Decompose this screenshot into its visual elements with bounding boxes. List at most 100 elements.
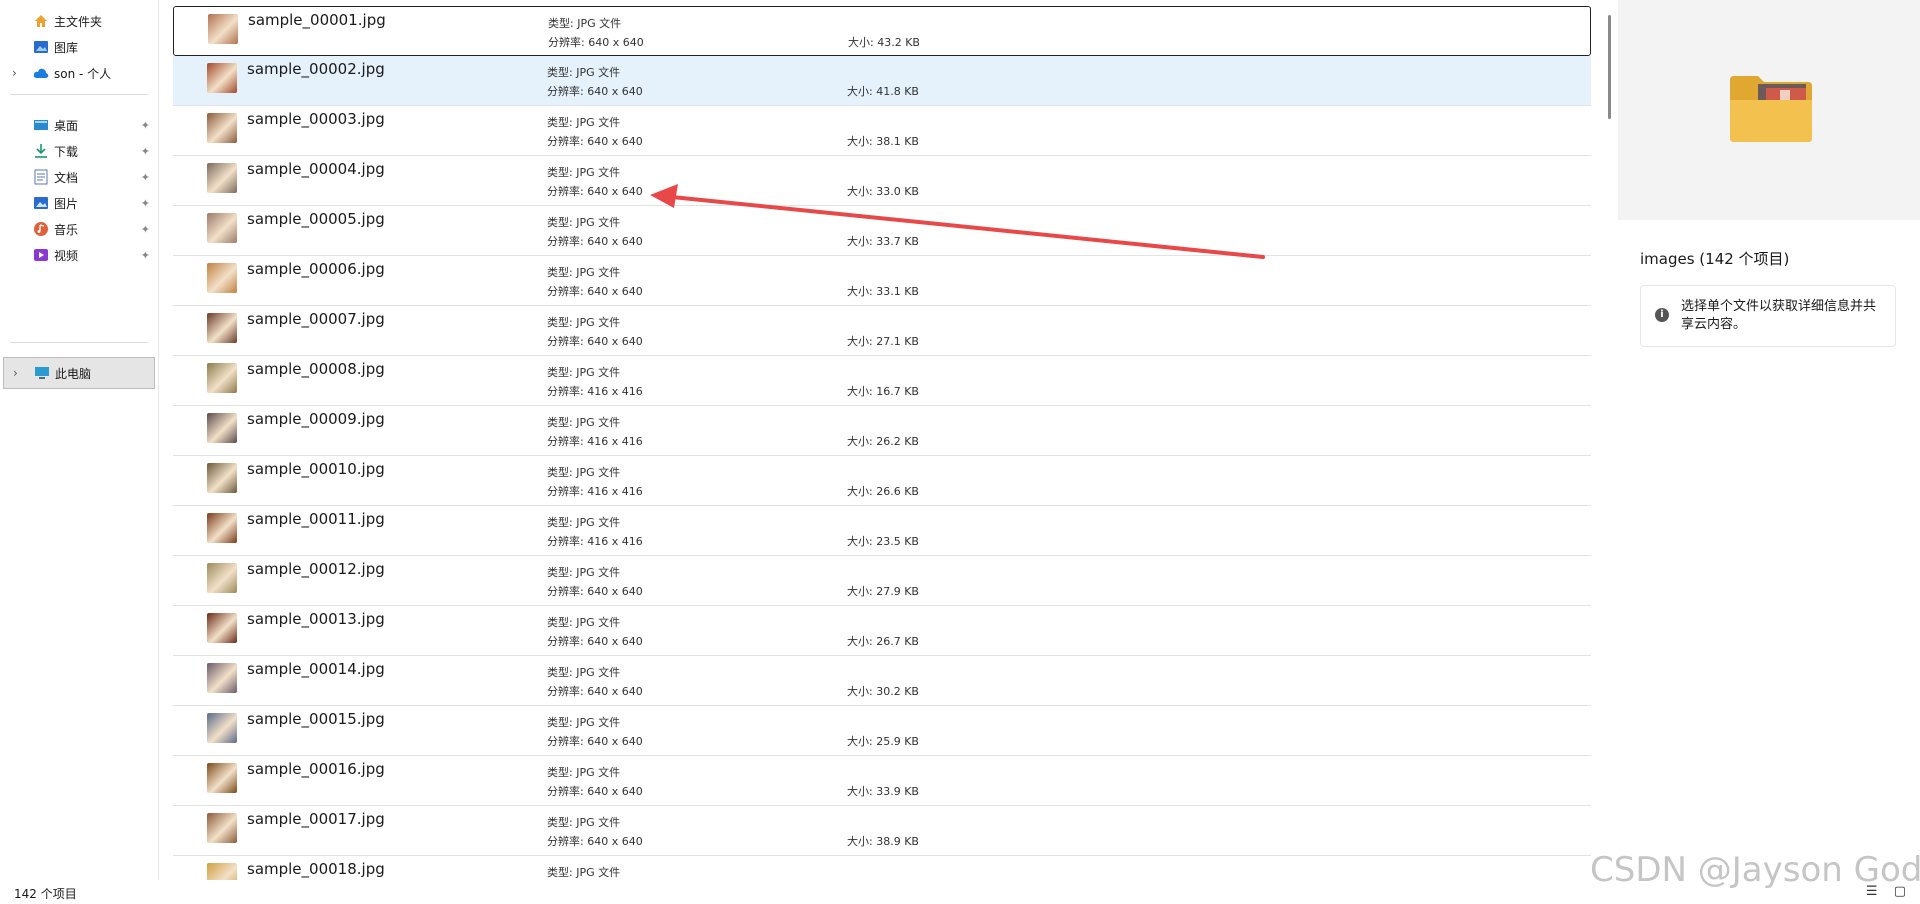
file-size: 大小: 26.7 KB xyxy=(847,635,919,648)
pin-icon[interactable]: ✦ xyxy=(141,119,150,132)
sidebar-item-label: son - 个人 xyxy=(54,66,112,81)
file-resolution: 分辨率: 640 x 640 xyxy=(547,185,643,198)
file-row[interactable]: sample_00003.jpg 类型: JPG 文件 分辨率: 640 x 640… xyxy=(173,106,1591,156)
file-name: sample_00009.jpg xyxy=(247,410,385,428)
file-row[interactable]: sample_00013.jpg 类型: JPG 文件 分辨率: 640 x 640… xyxy=(173,606,1591,656)
file-type: 类型: JPG 文件 xyxy=(547,766,621,779)
vertical-scrollbar[interactable] xyxy=(1606,0,1616,880)
sidebar-item-pictures[interactable]: 图片 ✦ xyxy=(0,189,158,217)
file-row[interactable]: sample_00008.jpg 类型: JPG 文件 分辨率: 416 x 416… xyxy=(173,356,1591,406)
sidebar-item-label: 文档 xyxy=(54,170,79,185)
scrollbar-thumb[interactable] xyxy=(1608,15,1611,119)
file-resolution: 分辨率: 640 x 640 xyxy=(547,685,643,698)
file-row[interactable]: sample_00018.jpg 类型: JPG 文件 xyxy=(173,856,1591,880)
file-row[interactable]: sample_00012.jpg 类型: JPG 文件 分辨率: 640 x 640… xyxy=(173,556,1591,606)
file-type: 类型: JPG 文件 xyxy=(547,316,621,329)
sidebar-item-desktop[interactable]: 桌面 ✦ xyxy=(0,111,158,139)
file-type: 类型: JPG 文件 xyxy=(547,366,621,379)
file-row[interactable]: sample_00007.jpg 类型: JPG 文件 分辨率: 640 x 640… xyxy=(173,306,1591,356)
file-name: sample_00015.jpg xyxy=(247,710,385,728)
file-name: sample_00012.jpg xyxy=(247,560,385,578)
file-list[interactable]: sample_00001.jpg 类型: JPG 文件 分辨率: 640 x 640… xyxy=(173,6,1601,880)
music-icon xyxy=(32,220,50,238)
chevron-right-icon[interactable]: › xyxy=(12,66,22,80)
folder-icon xyxy=(1730,76,1812,142)
file-row[interactable]: sample_00005.jpg 类型: JPG 文件 分辨率: 640 x 640… xyxy=(173,206,1591,256)
file-size: 大小: 27.9 KB xyxy=(847,585,919,598)
sidebar-item-label: 图库 xyxy=(54,40,79,55)
sidebar-item-videos[interactable]: 视频 ✦ xyxy=(0,241,158,269)
file-resolution: 分辨率: 640 x 640 xyxy=(547,735,643,748)
file-size: 大小: 41.8 KB xyxy=(847,85,919,98)
info-icon: i xyxy=(1655,308,1669,322)
file-row[interactable]: sample_00011.jpg 类型: JPG 文件 分辨率: 416 x 416… xyxy=(173,506,1591,556)
file-type: 类型: JPG 文件 xyxy=(547,716,621,729)
sidebar-item-documents[interactable]: 文档 ✦ xyxy=(0,163,158,191)
file-type: 类型: JPG 文件 xyxy=(547,466,621,479)
file-row[interactable]: sample_00002.jpg 类型: JPG 文件 分辨率: 640 x 640… xyxy=(173,56,1591,106)
download-icon xyxy=(32,142,50,160)
file-resolution: 分辨率: 640 x 640 xyxy=(547,335,643,348)
document-icon xyxy=(32,168,50,186)
pin-icon[interactable]: ✦ xyxy=(141,171,150,184)
file-row[interactable]: sample_00006.jpg 类型: JPG 文件 分辨率: 640 x 640… xyxy=(173,256,1591,306)
sidebar-item-gallery[interactable]: 图库 xyxy=(0,33,158,61)
sidebar-divider xyxy=(10,342,148,343)
file-resolution: 分辨率: 640 x 640 xyxy=(547,835,643,848)
sidebar-item-onedrive[interactable]: › son - 个人 xyxy=(0,59,158,87)
file-row[interactable]: sample_00001.jpg 类型: JPG 文件 分辨率: 640 x 640… xyxy=(173,6,1591,56)
details-pane: images (142 个项目) i 选择单个文件以获取详细信息并共享云内容。 xyxy=(1618,0,1920,880)
file-size: 大小: 16.7 KB xyxy=(847,385,919,398)
file-row[interactable]: sample_00015.jpg 类型: JPG 文件分辨率: 640 x 640… xyxy=(173,706,1591,756)
info-message: i 选择单个文件以获取详细信息并共享云内容。 xyxy=(1640,285,1896,347)
file-row[interactable]: sample_00017.jpg 类型: JPG 文件分辨率: 640 x 640… xyxy=(173,806,1591,856)
image-thumbnail xyxy=(207,363,237,393)
image-thumbnail xyxy=(207,513,237,543)
file-type: 类型: JPG 文件 xyxy=(547,816,621,829)
sidebar-item-label: 视频 xyxy=(54,248,79,263)
file-row[interactable]: sample_00016.jpg 类型: JPG 文件 分辨率: 640 x 640… xyxy=(173,756,1591,806)
image-thumbnail xyxy=(207,263,237,293)
sidebar-item-music[interactable]: 音乐 ✦ xyxy=(0,215,158,243)
pin-icon[interactable]: ✦ xyxy=(141,249,150,262)
file-resolution: 分辨率: 640 x 640 xyxy=(547,635,643,648)
sidebar-item-this-pc[interactable]: › 此电脑 xyxy=(3,357,155,389)
file-row[interactable]: sample_00009.jpg 类型: JPG 文件分辨率: 416 x 416… xyxy=(173,406,1591,456)
file-size: 大小: 30.2 KB xyxy=(847,685,919,698)
image-thumbnail xyxy=(208,14,238,44)
details-body: images (142 个项目) i 选择单个文件以获取详细信息并共享云内容。 xyxy=(1618,220,1920,880)
pin-icon[interactable]: ✦ xyxy=(141,197,150,210)
file-resolution: 分辨率: 416 x 416 xyxy=(547,435,643,448)
file-size: 大小: 26.6 KB xyxy=(847,485,919,498)
file-type: 类型: JPG 文件 xyxy=(547,516,621,529)
file-row[interactable]: sample_00010.jpg 类型: JPG 文件 分辨率: 416 x 416… xyxy=(173,456,1591,506)
file-type: 类型: JPG 文件 xyxy=(547,266,621,279)
file-resolution: 分辨率: 640 x 640 xyxy=(547,85,643,98)
file-resolution: 分辨率: 640 x 640 xyxy=(547,135,643,148)
navigation-pane: 主文件夹 图库 › son - 个人 桌面 ✦ 下载 ✦ 文档 ✦ 图片 ✦ 音… xyxy=(0,0,159,880)
pin-icon[interactable]: ✦ xyxy=(141,145,150,158)
pin-icon[interactable]: ✦ xyxy=(141,223,150,236)
file-resolution: 分辨率: 640 x 640 xyxy=(547,235,643,248)
file-name: sample_00008.jpg xyxy=(247,360,385,378)
video-icon xyxy=(32,246,50,264)
desktop-icon xyxy=(32,116,50,134)
image-thumbnail xyxy=(207,163,237,193)
sidebar-item-label: 主文件夹 xyxy=(54,14,103,29)
image-thumbnail xyxy=(207,863,237,880)
file-type: 类型: JPG 文件 xyxy=(547,616,621,629)
file-size: 大小: 33.0 KB xyxy=(847,185,919,198)
sidebar-item-home[interactable]: 主文件夹 xyxy=(0,7,158,35)
file-row[interactable]: sample_00014.jpg 类型: JPG 文件 分辨率: 640 x 640… xyxy=(173,656,1591,706)
image-thumbnail xyxy=(207,813,237,843)
sidebar-item-downloads[interactable]: 下载 ✦ xyxy=(0,137,158,165)
file-type: 类型: JPG 文件 xyxy=(547,866,621,879)
file-type: 类型: JPG 文件 xyxy=(547,166,621,179)
file-row[interactable]: sample_00004.jpg 类型: JPG 文件 分辨率: 640 x 640… xyxy=(173,156,1591,206)
details-title: images (142 个项目) xyxy=(1640,250,1790,268)
chevron-right-icon[interactable]: › xyxy=(13,366,23,380)
file-size: 大小: 33.1 KB xyxy=(847,285,919,298)
file-type: 类型: JPG 文件 xyxy=(547,416,621,429)
file-name: sample_00017.jpg xyxy=(247,810,385,828)
image-thumbnail xyxy=(207,713,237,743)
